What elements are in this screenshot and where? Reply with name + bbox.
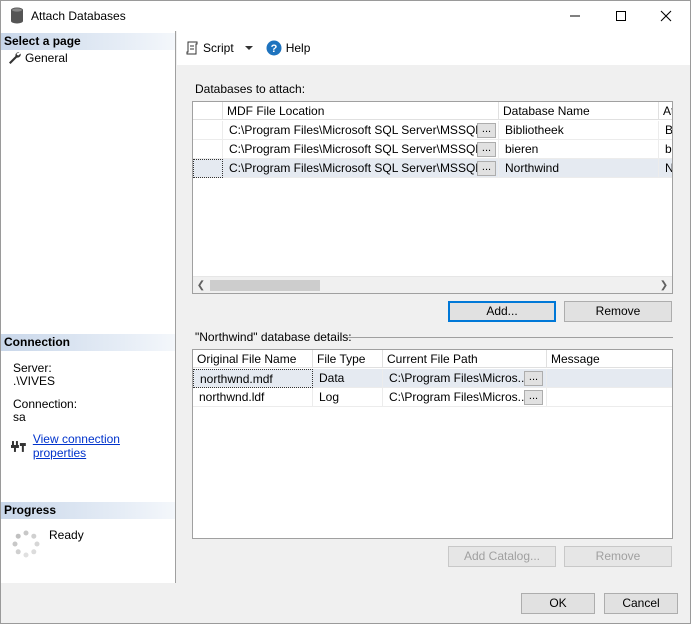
scroll-thumb[interactable] [210,280,320,291]
mdf-location-text: C:\Program Files\Microsoft SQL Server\MS… [229,142,492,156]
mdf-location-cell: C:\Program Files\Microsoft SQL Server\MS… [223,121,499,140]
file-type-cell: Log [313,388,383,407]
server-label: Server: [13,361,52,375]
table-row-selected[interactable]: northwnd.mdf Data C:\Program Files\Micro… [193,369,672,388]
connection-value: sa [13,410,26,424]
script-button[interactable]: Script [185,41,262,55]
table-row[interactable]: C:\Program Files\Microsoft SQL Server\MS… [193,140,672,159]
mdf-location-cell: C:\Program Files\Microsoft SQL Server\MS… [223,159,499,178]
scroll-right-icon[interactable]: ❯ [659,280,669,291]
progress-spinner-icon [12,530,40,558]
select-page-header: Select a page [1,33,175,50]
wrench-icon [9,52,21,64]
original-file-name-cell[interactable]: northwnd.mdf [193,369,313,388]
details-separator [347,337,673,338]
attach-databases-dialog: Attach Databases Select a page General C… [0,0,691,624]
remove-file-button[interactable]: Remove [564,546,672,567]
current-file-path-cell: C:\Program Files\Micros... ... [383,369,547,388]
help-label: Help [285,41,311,55]
script-label: Script [203,41,234,55]
browse-mdf-button[interactable]: ... [477,123,496,138]
add-database-button[interactable]: Add... [448,301,556,322]
connection-header: Connection [1,334,175,351]
svg-text:?: ? [270,43,277,55]
title-bar: Attach Databases [1,1,690,31]
minimize-button[interactable] [552,1,598,31]
help-icon: ? [266,40,282,56]
remove-database-button[interactable]: Remove [564,301,672,322]
progress-header: Progress [1,502,175,519]
add-catalog-button[interactable]: Add Catalog... [448,546,556,567]
database-details-grid[interactable]: Original File Name File Type Current Fil… [192,349,673,539]
database-icon [11,7,23,24]
mdf-location-cell: C:\Program Files\Microsoft SQL Server\MS… [223,140,499,159]
current-file-path-text: C:\Program Files\Micros... [389,390,528,404]
column-database-name[interactable]: Database Name [499,102,659,120]
help-button[interactable]: ? Help [266,40,311,56]
chevron-down-icon[interactable] [240,43,258,53]
row-selector[interactable] [193,159,223,178]
current-file-path-text: C:\Program Files\Micros... [389,371,528,385]
databases-grid[interactable]: MDF File Location Database Name At C:\Pr… [192,101,673,294]
left-pane: Select a page General Connection Server:… [1,31,176,583]
attach-as-cell[interactable]: N [659,159,672,178]
main-content: Databases to attach: MDF File Location D… [177,65,690,583]
message-cell [547,369,672,388]
browse-file-path-button[interactable]: ... [524,371,543,386]
toolbar: Script ? Help [177,31,690,65]
details-grid-header: Original File Name File Type Current Fil… [193,350,672,368]
original-file-name-cell[interactable]: northwnd.ldf [193,388,313,407]
column-attach-as[interactable]: At [659,102,672,120]
connection-label: Connection: [13,397,78,411]
row-selector[interactable] [193,140,223,159]
browse-mdf-button[interactable]: ... [477,161,496,176]
current-file-path-cell: C:\Program Files\Micros... ... [383,388,547,407]
window-title: Attach Databases [31,9,126,23]
databases-to-attach-label: Databases to attach: [195,82,306,96]
close-icon [660,10,672,22]
database-name-cell[interactable]: bieren [499,140,659,159]
browse-file-path-button[interactable]: ... [524,390,543,405]
view-connection-properties-link[interactable]: View connection properties [11,432,175,460]
horizontal-scrollbar[interactable]: ❮ ❯ [193,276,672,293]
attach-as-cell[interactable]: bi [659,140,672,159]
scroll-left-icon[interactable]: ❮ [196,280,206,291]
minimize-icon [570,15,580,17]
view-connection-properties-text: View connection properties [32,432,120,460]
cancel-button[interactable]: Cancel [604,593,678,614]
close-button[interactable] [643,1,689,31]
ok-button[interactable]: OK [521,593,595,614]
database-name-cell[interactable]: Bibliotheek [499,121,659,140]
progress-status: Ready [49,528,84,542]
attach-as-cell[interactable]: Bi [659,121,672,140]
script-icon [186,41,198,55]
column-mdf-file-location[interactable]: MDF File Location [223,102,499,120]
column-message[interactable]: Message [547,350,672,368]
dialog-footer: OK Cancel [1,583,690,623]
table-row-selected[interactable]: C:\Program Files\Microsoft SQL Server\MS… [193,159,672,178]
table-row[interactable]: northwnd.ldf Log C:\Program Files\Micros… [193,388,672,407]
nav-item-general-label: General [25,51,68,65]
maximize-button[interactable] [598,1,644,31]
message-cell [547,388,672,407]
database-details-label: "Northwind" database details: [195,330,352,344]
column-original-file-name[interactable]: Original File Name [193,350,313,368]
plug-icon [11,441,26,452]
nav-item-general[interactable]: General [7,51,68,65]
column-current-file-path[interactable]: Current File Path [383,350,547,368]
file-type-cell: Data [313,369,383,388]
databases-grid-header: MDF File Location Database Name At [193,102,672,120]
database-name-cell[interactable]: Northwind [499,159,659,178]
maximize-icon [616,11,626,21]
server-value: .\VIVES [13,374,56,388]
row-header-column [193,102,223,120]
right-pane: Script ? Help Databases to attach: MDF F… [177,31,690,583]
mdf-location-text: C:\Program Files\Microsoft SQL Server\MS… [229,161,492,175]
column-file-type[interactable]: File Type [313,350,383,368]
table-row[interactable]: C:\Program Files\Microsoft SQL Server\MS… [193,121,672,140]
mdf-location-text: C:\Program Files\Microsoft SQL Server\MS… [229,123,492,137]
row-selector[interactable] [193,121,223,140]
browse-mdf-button[interactable]: ... [477,142,496,157]
